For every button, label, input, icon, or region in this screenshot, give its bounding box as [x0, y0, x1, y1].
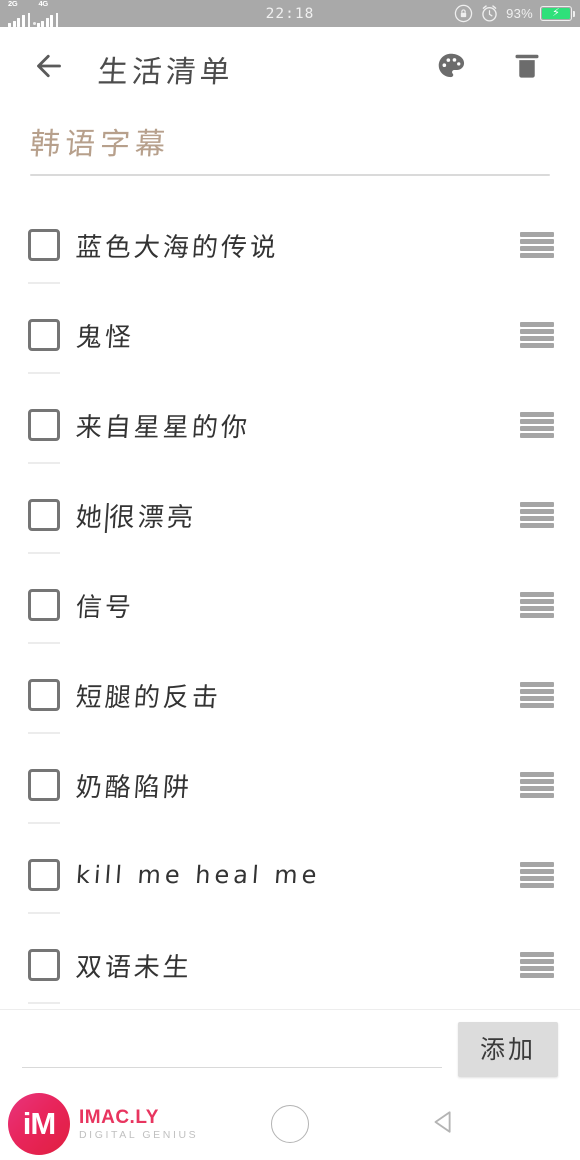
- back-triangle-icon: [429, 1107, 459, 1142]
- header-actions: [428, 46, 580, 92]
- checkbox-unchecked[interactable]: [28, 679, 60, 711]
- checklist-item-label[interactable]: 双语未生: [75, 947, 194, 984]
- checkbox-unchecked[interactable]: [28, 319, 60, 351]
- checklist-item-label[interactable]: kill me heal me: [75, 861, 321, 889]
- checklist-item-label[interactable]: 来自星星的你: [75, 407, 252, 444]
- checklist-row-underline: [28, 552, 60, 554]
- checkbox-unchecked[interactable]: [28, 229, 60, 261]
- add-item-input[interactable]: [22, 1029, 442, 1067]
- drag-handle-icon[interactable]: [520, 232, 554, 258]
- add-button[interactable]: 添加: [457, 1021, 558, 1077]
- nav-back-button[interactable]: [424, 1104, 464, 1144]
- checklist-row[interactable]: 短腿的反击: [0, 650, 580, 740]
- system-navigation-bar: iM IMAC.LY DIGITAL GENIUS: [0, 1088, 580, 1160]
- palette-icon: [435, 50, 467, 87]
- drag-handle-icon[interactable]: [520, 502, 554, 528]
- checklist-row[interactable]: 蓝色大海的传说: [0, 200, 580, 290]
- watermark: iM IMAC.LY DIGITAL GENIUS: [0, 1093, 198, 1155]
- add-item-underline: [22, 1066, 442, 1069]
- checkbox-unchecked[interactable]: [28, 769, 60, 801]
- checkbox-unchecked[interactable]: [28, 949, 60, 981]
- checklist-item-label[interactable]: 蓝色大海的传说: [75, 227, 281, 264]
- checklist-row-underline: [28, 282, 60, 284]
- checklist-row-underline: [28, 822, 60, 824]
- checkbox-unchecked[interactable]: [28, 499, 60, 531]
- checklist-row[interactable]: kill me heal me: [0, 830, 580, 920]
- arrow-left-icon: [31, 48, 67, 89]
- checklist-row[interactable]: 奶酪陷阱: [0, 740, 580, 830]
- dot-indicator-icon: [32, 22, 36, 25]
- drag-handle-icon[interactable]: [520, 412, 554, 438]
- back-button[interactable]: [26, 46, 72, 92]
- checklist-row-underline: [28, 642, 60, 644]
- battery-charging-icon: ⚡: [540, 6, 575, 21]
- text-cursor: [104, 502, 109, 533]
- status-bar-clock: 22:18: [265, 5, 315, 22]
- checklist-row[interactable]: 来自星星的你: [0, 380, 580, 470]
- checklist-item-label[interactable]: 短腿的反击: [75, 677, 223, 714]
- phone-screen: 2G 4G 22:18 93% ⚡ 生活清单 韩语字幕 蓝色大海的传说 鬼怪 来…: [0, 0, 580, 1160]
- note-title-underline: [30, 174, 550, 176]
- checklist-row[interactable]: 鬼怪: [0, 290, 580, 380]
- drag-handle-icon[interactable]: [520, 862, 554, 888]
- add-item-bar: 添加: [0, 1009, 580, 1088]
- checkbox-unchecked[interactable]: [28, 859, 60, 891]
- drag-handle-icon[interactable]: [520, 772, 554, 798]
- checklist-row[interactable]: 双语未生: [0, 920, 580, 1010]
- checklist-row-underline: [28, 732, 60, 734]
- checklist-item-label[interactable]: 信号: [75, 587, 136, 624]
- checklist-row-underline: [28, 462, 60, 464]
- delete-button[interactable]: [504, 46, 550, 92]
- note-title-input[interactable]: [28, 122, 552, 168]
- drag-handle-icon[interactable]: [520, 682, 554, 708]
- status-bar: 2G 4G 22:18 93% ⚡: [0, 0, 580, 27]
- checklist-row[interactable]: 她很漂亮: [0, 470, 580, 560]
- checkbox-unchecked[interactable]: [28, 409, 60, 441]
- page-title: 生活清单: [96, 54, 235, 90]
- checklist-row-underline: [28, 1002, 60, 1004]
- watermark-tagline: DIGITAL GENIUS: [79, 1128, 199, 1141]
- add-item-input-wrap: [22, 1029, 442, 1069]
- trash-icon: [511, 50, 543, 87]
- checklist-row-underline: [28, 912, 60, 914]
- checklist-item-label[interactable]: 鬼怪: [75, 317, 136, 354]
- nav-home-button[interactable]: [271, 1105, 309, 1143]
- note-title-section: [28, 122, 552, 176]
- drag-handle-icon[interactable]: [520, 322, 554, 348]
- drag-handle-icon[interactable]: [520, 952, 554, 978]
- watermark-text: IMAC.LY DIGITAL GENIUS: [79, 1108, 198, 1141]
- checklist-item-label[interactable]: 奶酪陷阱: [75, 767, 194, 804]
- checkbox-unchecked[interactable]: [28, 589, 60, 621]
- watermark-logo: iM: [8, 1093, 70, 1155]
- drag-handle-icon[interactable]: [520, 592, 554, 618]
- app-header: 生活清单: [0, 27, 580, 110]
- checklist-row-underline: [28, 372, 60, 374]
- checklist-item-label[interactable]: 她很漂亮: [75, 497, 198, 534]
- checklist-row[interactable]: 信号: [0, 560, 580, 650]
- checklist: 蓝色大海的传说 鬼怪来自星星的你 她很漂亮信号短腿的反击奶酪陷阱 kill me he…: [0, 200, 580, 1010]
- watermark-brand: IMAC.LY: [79, 1106, 159, 1128]
- palette-button[interactable]: [428, 46, 474, 92]
